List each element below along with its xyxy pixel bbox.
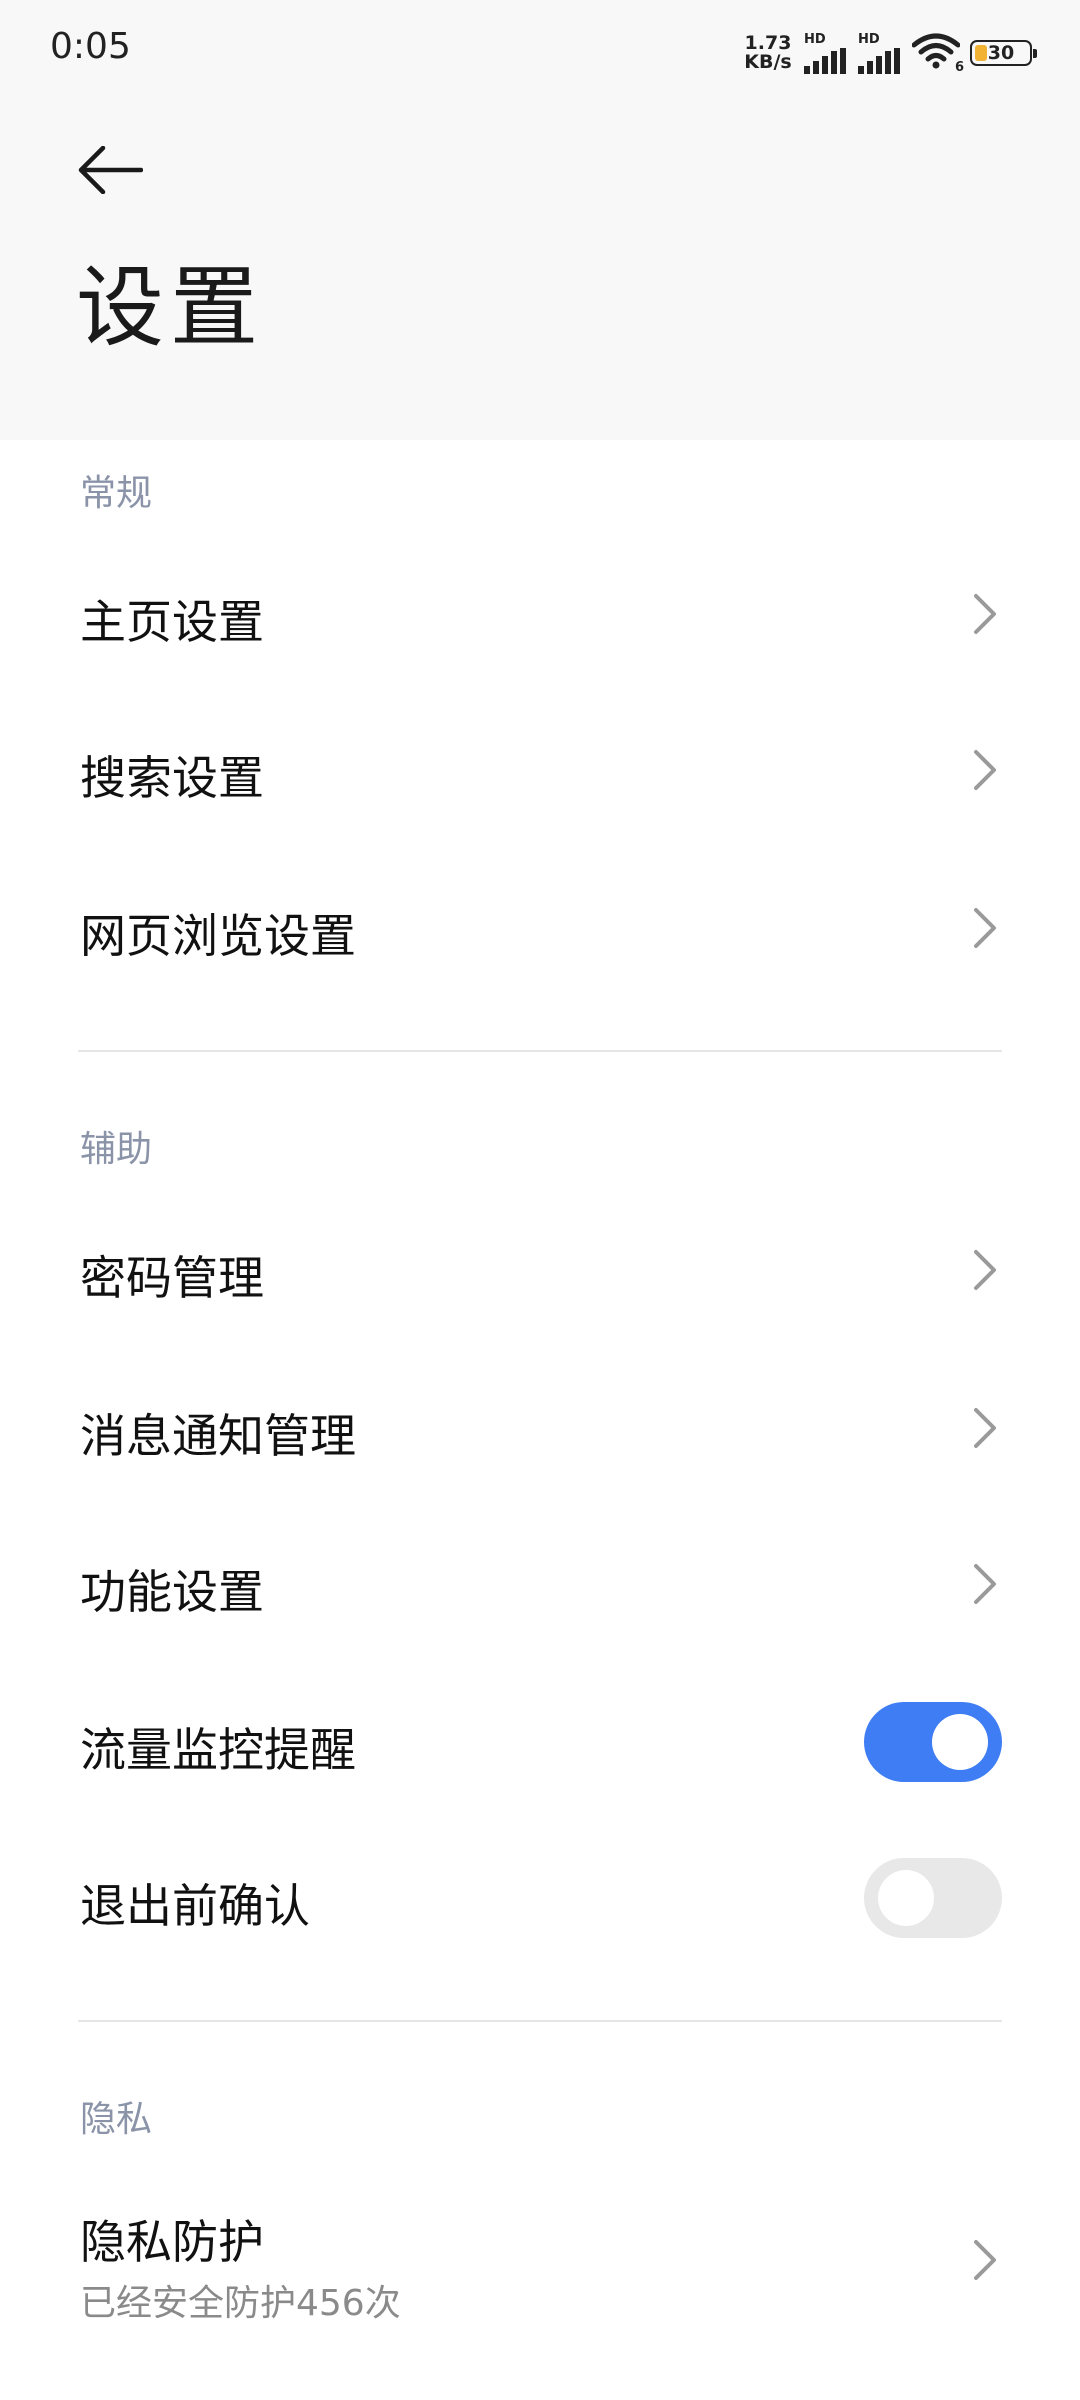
settings-item-browsing[interactable]: 网页浏览设置 [0, 850, 1080, 1006]
settings-item-label: 消息通知管理 [80, 1409, 356, 1463]
settings-item-sublabel: 已经安全防护456次 [80, 2283, 401, 2324]
toggle-knob [932, 1714, 988, 1770]
settings-item-label: 隐私防护 [80, 2215, 264, 2269]
section-label-general: 常规 [80, 473, 153, 514]
settings-item-label: 搜索设置 [80, 751, 264, 805]
settings-item-label: 密码管理 [80, 1251, 264, 1305]
settings-item-passwords[interactable]: 密码管理 [0, 1192, 1080, 1348]
settings-item-features[interactable]: 功能设置 [0, 1506, 1080, 1662]
chevron-right-icon [974, 1564, 996, 1604]
settings-item-label: 网页浏览设置 [80, 909, 356, 963]
chevron-right-icon [974, 1250, 996, 1290]
status-bar: 0:05 1.73 KB/s HD HD 6 30 [0, 0, 1080, 100]
wifi-icon: 6 [911, 33, 964, 75]
status-icons: 1.73 KB/s HD HD 6 30 [742, 30, 1037, 76]
chevron-right-icon [974, 750, 996, 790]
sim2-signal-icon: HD [858, 33, 902, 74]
settings-item-label: 主页设置 [80, 595, 264, 649]
chevron-right-icon [974, 2240, 996, 2280]
data-monitor-toggle[interactable] [864, 1702, 1002, 1782]
battery-icon: 30 [970, 40, 1037, 66]
settings-item-label: 功能设置 [80, 1565, 264, 1619]
section-label-assist: 辅助 [80, 1129, 153, 1170]
chevron-right-icon [974, 908, 996, 948]
settings-item-notifications[interactable]: 消息通知管理 [0, 1350, 1080, 1506]
section-divider [78, 2020, 1002, 2022]
page-title: 设置 [76, 256, 265, 359]
settings-item-label: 流量监控提醒 [80, 1723, 356, 1777]
settings-item-privacy-protection[interactable]: 隐私防护 已经安全防护456次 [0, 2170, 1080, 2350]
app-header: 0:05 1.73 KB/s HD HD 6 30 设置 [0, 0, 1080, 440]
chevron-right-icon [974, 594, 996, 634]
settings-item-search[interactable]: 搜索设置 [0, 692, 1080, 848]
section-divider [78, 1050, 1002, 1052]
settings-item-exit-confirm: 退出前确认 [0, 1820, 1080, 1976]
settings-item-data-monitor: 流量监控提醒 [0, 1664, 1080, 1820]
network-speed: 1.73 KB/s [744, 32, 792, 73]
back-button[interactable] [70, 130, 150, 210]
status-time: 0:05 [50, 26, 131, 67]
settings-item-label: 退出前确认 [80, 1879, 310, 1933]
back-arrow-icon [78, 146, 143, 194]
toggle-knob [878, 1870, 934, 1926]
exit-confirm-toggle[interactable] [864, 1858, 1002, 1938]
chevron-right-icon [974, 1408, 996, 1448]
sim1-signal-icon: HD [804, 33, 848, 74]
section-label-privacy: 隐私 [80, 2099, 153, 2140]
settings-item-home[interactable]: 主页设置 [0, 536, 1080, 692]
